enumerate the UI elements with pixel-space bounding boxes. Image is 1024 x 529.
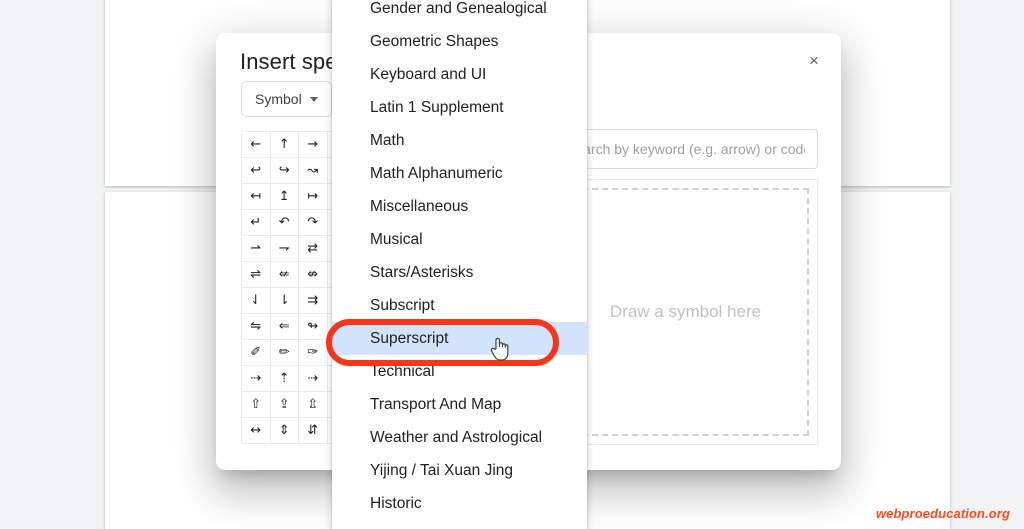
search-input[interactable] <box>553 129 818 169</box>
symbol-cell[interactable]: ↝ <box>299 158 328 184</box>
symbol-cell[interactable]: → <box>299 132 328 158</box>
symbol-cell[interactable]: ⇪ <box>270 392 299 418</box>
symbol-cell[interactable]: ⇢ <box>299 366 328 392</box>
dropdown-item-technical[interactable]: Technical <box>332 355 587 388</box>
symbol-cell[interactable]: ↥ <box>270 184 299 210</box>
screenshot-root: Insert special characters × Symbol ←↑→↓↔… <box>0 0 1024 529</box>
symbol-cell[interactable]: ⇍ <box>270 262 299 288</box>
symbol-cell[interactable]: ⇐ <box>270 314 299 340</box>
symbol-cell[interactable]: ⇄ <box>299 236 328 262</box>
symbol-cell[interactable]: ↑ <box>270 132 299 158</box>
dropdown-item-math-alphanumeric[interactable]: Math Alphanumeric <box>332 157 587 190</box>
dropdown-item-transport-and-map[interactable]: Transport And Map <box>332 388 587 421</box>
symbol-cell[interactable]: ⇁ <box>270 236 299 262</box>
symbol-cell[interactable]: ⇌ <box>242 262 271 288</box>
symbol-cell[interactable]: ↩ <box>242 158 271 184</box>
symbol-category-dropdown[interactable]: Gender and Genealogical Geometric Shapes K… <box>332 0 587 529</box>
symbol-cell[interactable]: ⇧ <box>242 392 271 418</box>
symbol-cell[interactable]: ↔ <box>242 418 271 444</box>
dropdown-item-musical[interactable]: Musical <box>332 223 587 256</box>
dropdown-item-gender-and-genealogical[interactable]: Gender and Genealogical <box>332 0 587 25</box>
draw-canvas-hint: Draw a symbol here <box>609 302 762 321</box>
symbol-cell[interactable]: ⇂ <box>270 288 299 314</box>
dropdown-item-yijing-tai-xuan-jing[interactable]: Yijing / Tai Xuan Jing <box>332 454 587 487</box>
symbol-cell[interactable]: ✑ <box>299 340 328 366</box>
dropdown-item-label: Superscript <box>370 329 449 347</box>
symbol-cell[interactable]: ✐ <box>242 340 271 366</box>
symbol-cell[interactable]: ⇵ <box>299 418 328 444</box>
symbol-cell[interactable]: ⇫ <box>299 392 328 418</box>
dropdown-item-stars-asterisks[interactable]: Stars/Asterisks <box>332 256 587 289</box>
symbol-category-button[interactable]: Symbol <box>241 81 332 117</box>
symbol-cell[interactable]: ⇀ <box>242 236 271 262</box>
dropdown-item-weather-and-astrological[interactable]: Weather and Astrological <box>332 421 587 454</box>
symbol-cell[interactable]: ↵ <box>242 210 271 236</box>
dropdown-item-label: Subscript <box>370 296 435 314</box>
dropdown-item-keyboard-and-ui[interactable]: Keyboard and UI <box>332 58 587 91</box>
dropdown-item-label: Math Alphanumeric <box>370 164 503 182</box>
symbol-cell[interactable]: ⇡ <box>270 366 299 392</box>
draw-canvas[interactable]: Draw a symbol here <box>553 179 818 445</box>
dropdown-item-superscript[interactable]: Superscript <box>332 322 587 355</box>
symbol-cell[interactable]: ↶ <box>270 210 299 236</box>
dropdown-item-label: Weather and Astrological <box>370 428 543 446</box>
symbol-picker-right-column: Draw a symbol here <box>553 129 818 445</box>
dropdown-item-label: Miscellaneous <box>370 197 469 215</box>
dropdown-item-label: Gender and Genealogical <box>370 0 547 17</box>
dropdown-item-label: Math <box>370 131 405 149</box>
symbol-cell[interactable]: ↤ <box>242 184 271 210</box>
chevron-down-icon <box>309 96 318 102</box>
dropdown-item-label: Yijing / Tai Xuan Jing <box>370 461 514 479</box>
symbol-cell[interactable]: ⇎ <box>299 262 328 288</box>
dropdown-item-math[interactable]: Math <box>332 124 587 157</box>
dropdown-item-historic[interactable]: Historic <box>332 487 587 520</box>
symbol-cell[interactable]: ↬ <box>299 314 328 340</box>
dropdown-item-label: Technical <box>370 362 435 380</box>
symbol-category-label: Symbol <box>255 91 302 107</box>
dropdown-item-label: Historic <box>370 494 422 512</box>
symbol-cell[interactable]: ⇢ <box>242 366 271 392</box>
dropdown-item-label: Geometric Shapes <box>370 32 499 50</box>
symbol-cell[interactable]: ⇉ <box>299 288 328 314</box>
symbol-cell[interactable]: ✏ <box>270 340 299 366</box>
dropdown-item-geometric-shapes[interactable]: Geometric Shapes <box>332 25 587 58</box>
dropdown-item-latin-1-supplement[interactable]: Latin 1 Supplement <box>332 91 587 124</box>
dropdown-item-label: Stars/Asterisks <box>370 263 474 281</box>
symbol-cell[interactable]: ← <box>242 132 271 158</box>
dropdown-item-label: Transport And Map <box>370 395 502 413</box>
dropdown-item-miscellaneous[interactable]: Miscellaneous <box>332 190 587 223</box>
close-icon[interactable]: × <box>796 42 832 78</box>
symbol-cell[interactable]: ⇋ <box>242 314 271 340</box>
watermark: webproeducation.org <box>875 506 1010 521</box>
dropdown-item-label: Musical <box>370 230 423 248</box>
dropdown-item-label: Keyboard and UI <box>370 65 487 83</box>
symbol-cell[interactable]: ↪ <box>270 158 299 184</box>
symbol-cell[interactable]: ⇃ <box>242 288 271 314</box>
symbol-cell[interactable]: ↷ <box>299 210 328 236</box>
dropdown-item-subscript[interactable]: Subscript <box>332 289 587 322</box>
dropdown-item-label: Latin 1 Supplement <box>370 98 504 116</box>
symbol-cell[interactable]: ⇕ <box>270 418 299 444</box>
symbol-cell[interactable]: ↦ <box>299 184 328 210</box>
